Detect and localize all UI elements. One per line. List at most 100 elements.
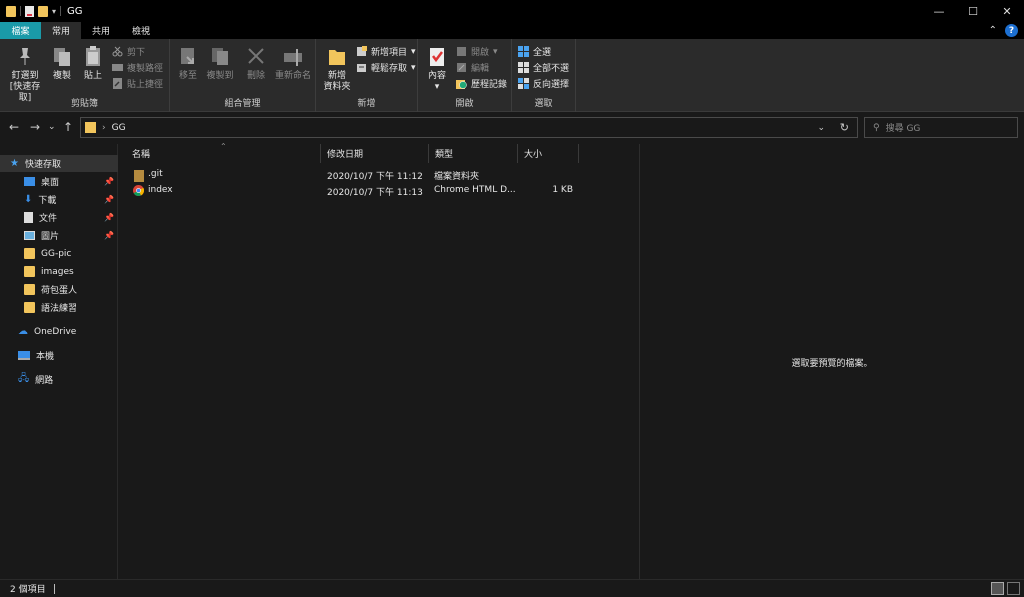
nav-item-desktop[interactable]: 桌面 📌: [24, 173, 118, 190]
column-header-size[interactable]: 大小: [518, 144, 579, 163]
new-group-label: 新增: [357, 99, 376, 109]
forward-arrow-icon[interactable]: →: [30, 120, 40, 134]
copy-to-icon: [209, 45, 231, 69]
copy-to-label: 複製到: [206, 71, 234, 81]
breadcrumb-gg[interactable]: GG: [112, 123, 126, 133]
history-button[interactable]: 歷程記錄: [456, 76, 507, 91]
refresh-icon[interactable]: ↻: [840, 121, 849, 134]
dropdown-arrow-icon: ▾: [411, 62, 416, 73]
close-button[interactable]: ✕: [990, 0, 1024, 22]
nav-network[interactable]: 🖧 網路: [18, 371, 118, 388]
copy-path-label: 複製路徑: [127, 64, 164, 74]
select-group: 全選 全部不選 反向選擇 選取: [512, 39, 576, 112]
column-type-label: 類型: [435, 150, 454, 160]
breadcrumb-separator-icon[interactable]: ›: [102, 123, 106, 133]
paste-label: 貼上: [83, 71, 102, 81]
select-none-button[interactable]: 全部不選: [518, 60, 569, 75]
new-item-button[interactable]: 新增項目 ▾: [356, 44, 416, 59]
nav-item-label: 下載: [38, 196, 57, 206]
history-label: 歷程記錄: [471, 80, 508, 90]
scissors-icon: [112, 46, 123, 57]
new-group: 新增 資料夾 新增項目 ▾ 輕鬆存取 ▾ 新增: [316, 39, 418, 112]
column-header-name[interactable]: 名稱: [126, 144, 321, 163]
easy-access-label: 輕鬆存取: [371, 64, 408, 74]
select-all-label: 全選: [533, 48, 552, 58]
nav-item-gg-pic[interactable]: GG-pic: [24, 245, 118, 262]
nav-item-downloads[interactable]: ⬇ 下載 📌: [24, 191, 118, 208]
search-input[interactable]: ⚲ 搜尋 GG: [864, 117, 1018, 138]
properties-icon[interactable]: [25, 5, 34, 17]
nav-this-pc-label: 本機: [36, 352, 55, 362]
paste-shortcut-button[interactable]: 貼上捷徑: [112, 76, 163, 91]
document-icon: [24, 212, 33, 223]
pictures-icon: [24, 231, 35, 240]
organize-group: 移至 複製到 刪除 重新命名 組合管理: [170, 39, 316, 112]
table-row[interactable]: index 2020/10/7 下午 11:13 Chrome HTML D..…: [118, 183, 639, 199]
recent-locations-chevron-icon[interactable]: ⌄: [48, 122, 56, 132]
nav-item-label: GG-pic: [41, 248, 72, 259]
address-bar[interactable]: › GG ⌄ ↻: [80, 117, 858, 138]
nav-item-pictures[interactable]: 圖片 📌: [24, 227, 118, 244]
preview-pane: 選取要預覽的檔案。: [639, 144, 1024, 579]
pinned-icon: 📌: [104, 231, 114, 240]
address-dropdown-icon[interactable]: ⌄: [817, 123, 825, 133]
customize-toolbar-chevron-icon[interactable]: ▾: [52, 7, 56, 16]
large-icons-view-icon[interactable]: [1007, 582, 1020, 595]
easy-access-button[interactable]: 輕鬆存取 ▾: [356, 60, 416, 75]
nav-item-label: 文件: [39, 214, 58, 224]
clipboard-group: 釘選到 [快速存取] 複製 貼上 剪下 複製路徑 貼上捷徑 剪貼簿: [0, 39, 170, 112]
copy-button[interactable]: 複製: [50, 45, 74, 82]
select-all-button[interactable]: 全選: [518, 44, 551, 59]
search-icon: ⚲: [873, 122, 880, 133]
copy-path-icon: [112, 62, 123, 73]
nav-item-label: 圖片: [41, 232, 60, 242]
paste-button[interactable]: 貼上: [81, 45, 105, 82]
nav-item-label: images: [41, 266, 74, 277]
column-header-type[interactable]: 類型: [429, 144, 518, 163]
column-name-label: 名稱: [132, 150, 151, 160]
rename-icon: [282, 45, 304, 69]
maximize-button[interactable]: ☐: [956, 0, 990, 22]
nav-item-documents[interactable]: 文件 📌: [24, 209, 118, 226]
tab-file[interactable]: 檔案: [0, 22, 41, 39]
invert-selection-label: 反向選擇: [533, 80, 570, 90]
new-folder-button[interactable]: 新增 資料夾: [320, 45, 354, 93]
rename-button[interactable]: 重新命名: [274, 45, 312, 82]
nav-item-folder[interactable]: 語法練習: [24, 299, 118, 316]
open-button[interactable]: 開啟 ▾: [456, 44, 498, 59]
delete-button[interactable]: 刪除: [244, 45, 268, 82]
divider: [20, 6, 21, 16]
back-arrow-icon[interactable]: ←: [9, 120, 19, 134]
status-bar: 2 個項目: [0, 579, 1024, 597]
column-modified-label: 修改日期: [327, 150, 364, 160]
tab-home[interactable]: 常用: [41, 22, 82, 39]
details-view-icon[interactable]: [991, 582, 1004, 595]
invert-selection-button[interactable]: 反向選擇: [518, 76, 569, 91]
nav-quick-access[interactable]: ★ 快速存取: [0, 155, 118, 172]
nav-network-label: 網路: [35, 376, 54, 386]
up-arrow-icon[interactable]: ↑: [63, 120, 73, 134]
collapse-ribbon-icon[interactable]: ⌃: [989, 25, 997, 36]
file-name: index: [148, 185, 173, 195]
help-icon[interactable]: ?: [1005, 24, 1018, 37]
minimize-button[interactable]: —: [922, 0, 956, 22]
copy-to-button[interactable]: 複製到: [204, 45, 236, 82]
table-row[interactable]: .git 2020/10/7 下午 11:12 檔案資料夾: [118, 167, 639, 183]
tab-share[interactable]: 共用: [81, 22, 121, 39]
nav-item-images[interactable]: images: [24, 263, 118, 280]
properties-button[interactable]: 內容 ▾: [424, 45, 450, 93]
nav-item-folder[interactable]: 荷包蛋人: [24, 281, 118, 298]
properties-label: 內容: [427, 71, 446, 81]
move-to-button[interactable]: 移至: [176, 45, 200, 82]
pinned-icon: 📌: [104, 195, 114, 204]
edit-button[interactable]: 編輯: [456, 60, 489, 75]
nav-onedrive[interactable]: ☁ OneDrive: [18, 323, 118, 340]
column-header-modified[interactable]: 修改日期: [321, 144, 429, 163]
new-folder-icon: [326, 45, 348, 69]
new-folder-icon[interactable]: [38, 5, 48, 17]
open-icon: [456, 46, 467, 57]
cut-button[interactable]: 剪下: [112, 44, 145, 59]
nav-this-pc[interactable]: 本機: [18, 347, 118, 364]
tab-view[interactable]: 檢視: [121, 22, 161, 39]
copy-path-button[interactable]: 複製路徑: [112, 60, 163, 75]
